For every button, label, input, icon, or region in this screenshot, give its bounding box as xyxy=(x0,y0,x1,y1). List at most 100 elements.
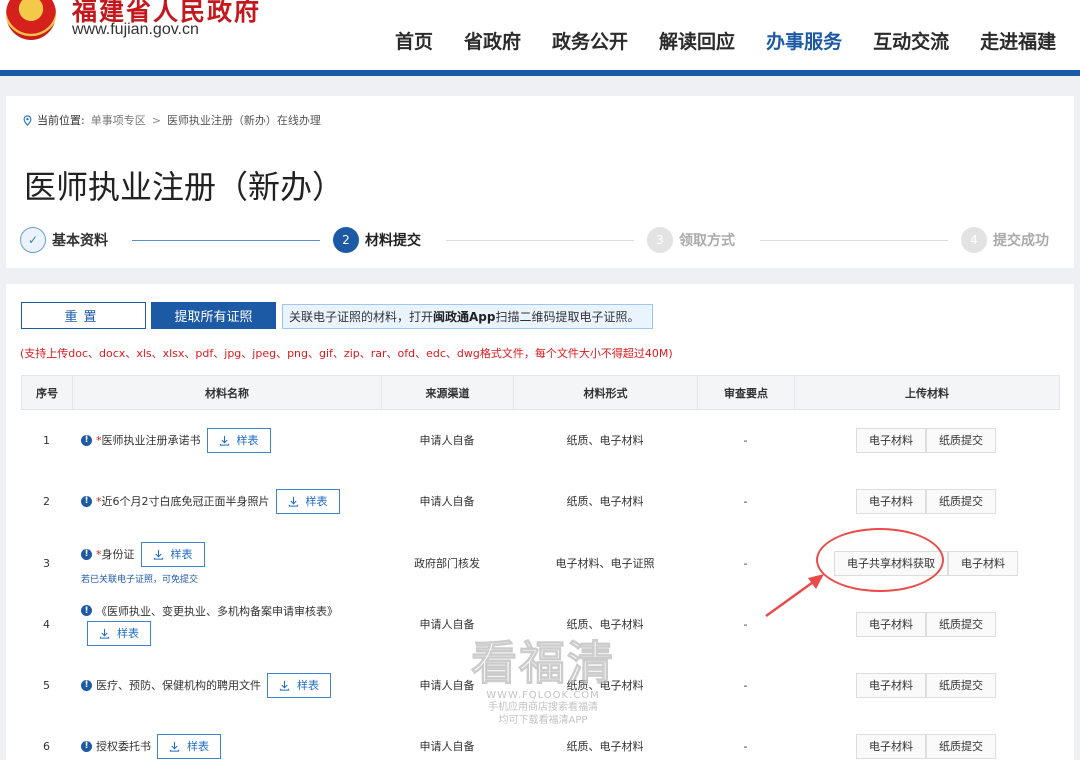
nav-item-home[interactable]: 首页 xyxy=(395,27,433,54)
nav-item-interaction[interactable]: 互动交流 xyxy=(873,27,949,54)
watermark: 看福清 WWW.FQLOOK.COM 手机应用商店搜索看福清 均可下载看福清AP… xyxy=(468,640,618,727)
paper-submit-button[interactable]: 纸质提交 xyxy=(926,611,996,637)
step-submitted: 4 提交成功 xyxy=(961,226,1049,254)
reset-button[interactable]: 重置 xyxy=(21,302,146,329)
tip-prefix: 关联电子证照的材料，打开 xyxy=(289,310,434,324)
review-cell: - xyxy=(743,494,748,508)
location-pin-icon xyxy=(23,114,32,126)
review-cell: - xyxy=(743,678,748,692)
breadcrumb-link[interactable]: 单事项专区 xyxy=(91,112,146,128)
step-check-icon: ✓ xyxy=(20,227,46,253)
materials-table: 序号 材料名称 来源渠道 材料形式 审查要点 上传材料 1 ! * 医师执业注册… xyxy=(21,375,1060,759)
nav-item-interpretation[interactable]: 解读回应 xyxy=(659,27,735,54)
paper-submit-button[interactable]: 纸质提交 xyxy=(926,427,996,453)
download-sample-button[interactable]: 样表 xyxy=(140,541,205,567)
paper-submit-button[interactable]: 纸质提交 xyxy=(926,672,996,698)
paper-submit-button[interactable]: 纸质提交 xyxy=(926,733,996,759)
step-number: 3 xyxy=(647,227,673,253)
nav-item-disclosure[interactable]: 政务公开 xyxy=(552,27,628,54)
nav-item-government[interactable]: 省政府 xyxy=(464,27,521,54)
info-icon[interactable]: ! xyxy=(81,548,92,560)
material-name: 医疗、预防、保健机构的聘用文件 xyxy=(96,679,261,692)
upload-cell: 电子材料 纸质提交 xyxy=(794,655,1058,715)
upload-electronic-button[interactable]: 电子材料 xyxy=(856,733,926,759)
material-name: 授权委托书 xyxy=(96,740,151,753)
info-icon[interactable]: ! xyxy=(81,679,92,691)
red-arrow-annotation xyxy=(765,574,824,618)
material-name: 医师执业注册承诺书 xyxy=(101,434,201,447)
download-icon xyxy=(169,741,180,752)
row-number: 5 xyxy=(43,678,50,692)
sample-label: 样表 xyxy=(117,627,139,640)
table-row: 1 ! * 医师执业注册承诺书 样表 申请人自备 纸质、电子材料 - 电子材料 … xyxy=(21,410,1060,470)
info-icon[interactable]: ! xyxy=(81,495,92,507)
download-icon xyxy=(288,496,298,507)
download-sample-button[interactable]: 样表 xyxy=(206,427,271,453)
table-row: 2 ! * 近6个月2寸白底免冠正面半身照片 样表 申请人自备 纸质、电子材料 … xyxy=(21,471,1060,531)
nav-item-services[interactable]: 办事服务 xyxy=(766,27,842,54)
header-divider xyxy=(0,70,1080,76)
breadcrumb-label: 当前位置: xyxy=(37,114,85,127)
source-cell: 申请人自备 xyxy=(419,434,475,447)
download-sample-button[interactable]: 样表 xyxy=(267,672,331,698)
download-sample-button[interactable]: 样表 xyxy=(157,733,221,759)
material-name-cell: ! 授权委托书 样表 xyxy=(72,716,381,760)
form-cell: 纸质、电子材料 xyxy=(566,495,644,508)
national-emblem-icon xyxy=(6,0,56,40)
tip-app-name: 闽政通App xyxy=(433,310,496,324)
upload-electronic-button[interactable]: 电子材料 xyxy=(856,611,926,637)
row-number: 4 xyxy=(43,617,50,631)
upload-electronic-button[interactable]: 电子材料 xyxy=(856,488,926,514)
sample-label: 样表 xyxy=(305,495,328,508)
upload-electronic-button[interactable]: 电子材料 xyxy=(856,672,926,698)
tip-suffix: 扫描二维码提取电子证照。 xyxy=(495,310,640,324)
column-header-number: 序号 xyxy=(22,376,73,409)
row-number: 3 xyxy=(43,556,50,570)
step-number: 2 xyxy=(333,227,359,253)
file-format-note: (支持上传doc、docx、xls、xlsx、pdf、jpg、jpeg、png、… xyxy=(20,347,673,360)
fetch-all-certificates-button[interactable]: 提取所有证照 xyxy=(151,302,276,329)
main-nav: 首页 省政府 政务公开 解读回应 办事服务 互动交流 走进福建 xyxy=(395,27,1080,54)
sample-label: 样表 xyxy=(236,434,259,447)
download-icon xyxy=(219,435,229,446)
material-name-cell: ! 医疗、预防、保健机构的聘用文件 样表 xyxy=(72,655,381,715)
step-label: 基本资料 xyxy=(52,233,108,249)
step-label: 材料提交 xyxy=(365,233,421,249)
info-icon[interactable]: ! xyxy=(81,740,92,752)
step-basic-info: ✓ 基本资料 xyxy=(20,226,108,254)
certificate-tip: 关联电子证照的材料，打开 闽政通App 扫描二维码提取电子证照。 xyxy=(282,304,653,329)
download-sample-button[interactable]: 样表 xyxy=(87,620,151,646)
column-header-review-points: 审查要点 xyxy=(698,376,795,409)
upload-cell: 电子材料 纸质提交 xyxy=(794,410,1058,470)
nav-item-about-fujian[interactable]: 走进福建 xyxy=(980,27,1056,54)
source-cell: 申请人自备 xyxy=(419,495,475,508)
watermark-line2: 均可下载看福清APP xyxy=(498,715,588,726)
form-cell: 纸质、电子材料 xyxy=(566,434,644,447)
step-connector xyxy=(760,240,948,241)
info-icon[interactable]: ! xyxy=(81,434,92,446)
info-icon[interactable]: ! xyxy=(81,605,92,616)
paper-submit-button[interactable]: 纸质提交 xyxy=(926,488,996,514)
material-name-cell: ! * 医师执业注册承诺书 样表 xyxy=(72,410,381,470)
material-name: 近6个月2寸白底免冠正面半身照片 xyxy=(101,495,270,508)
certificate-exemption-note: 若已关联电子证照，可免提交 xyxy=(81,574,199,585)
sample-label: 样表 xyxy=(297,679,319,692)
download-sample-button[interactable]: 样表 xyxy=(275,488,340,514)
table-header: 序号 材料名称 来源渠道 材料形式 审查要点 上传材料 xyxy=(21,375,1060,410)
step-pickup-method: 3 领取方式 xyxy=(647,226,735,254)
upload-electronic-button[interactable]: 电子材料 xyxy=(948,550,1018,576)
sample-label: 样表 xyxy=(187,740,209,753)
form-cell: 电子材料、电子证照 xyxy=(555,557,655,570)
upload-electronic-button[interactable]: 电子材料 xyxy=(856,427,926,453)
column-header-material-name: 材料名称 xyxy=(73,376,382,409)
upload-cell: 电子材料 纸质提交 xyxy=(794,471,1058,531)
upload-cell: 电子材料 纸质提交 xyxy=(794,716,1058,760)
material-name-cell: ! 《医师执业、变更执业、多机构备案申请审核表》 样表 xyxy=(72,594,381,654)
step-connector xyxy=(132,240,320,241)
upload-cell: 电子材料 纸质提交 xyxy=(794,594,1058,654)
step-connector xyxy=(446,240,634,241)
column-header-upload: 上传材料 xyxy=(905,386,949,400)
step-label: 领取方式 xyxy=(679,233,735,249)
column-header-form: 材料形式 xyxy=(514,376,698,409)
site-url[interactable]: www.fujian.gov.cn xyxy=(72,21,199,39)
